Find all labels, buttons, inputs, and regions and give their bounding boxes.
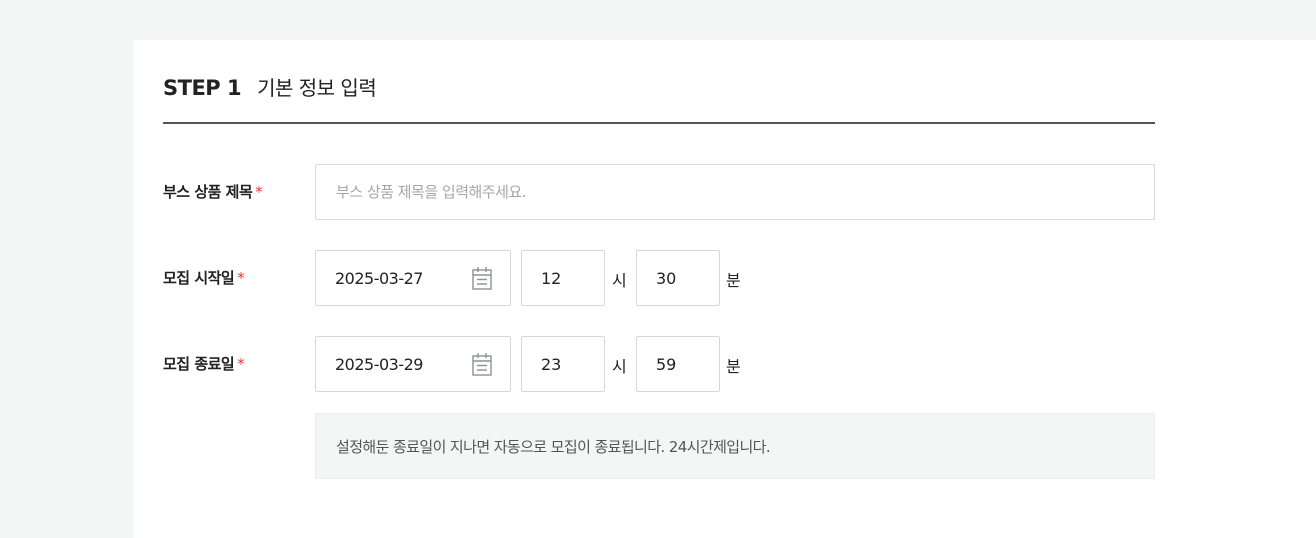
recruit-start-minute-input[interactable]: 30 (636, 250, 720, 306)
step-divider (163, 122, 1155, 124)
recruit-end-hour-input[interactable]: 23 (521, 336, 605, 392)
required-mark: * (237, 355, 245, 373)
notice-box: 설정해둔 종료일이 지나면 자동으로 모집이 종료됩니다. 24시간제입니다. (315, 413, 1155, 479)
recruit-start-date-value: 2025-03-27 (335, 268, 423, 288)
recruit-start-date-field[interactable]: 2025-03-27 (315, 250, 511, 306)
minute-unit-label: 분 (726, 357, 741, 376)
recruit-end-hour-value: 23 (541, 354, 562, 374)
recruit-start-hour-input[interactable]: 12 (521, 250, 605, 306)
recruit-start-minute-value: 30 (656, 268, 677, 288)
hour-unit-label: 시 (612, 271, 627, 290)
required-mark: * (255, 183, 263, 201)
booth-title-label: 부스 상품 제목 * (163, 181, 263, 202)
notice-text: 설정해둔 종료일이 지나면 자동으로 모집이 종료됩니다. 24시간제입니다. (336, 437, 771, 456)
calendar-icon[interactable] (472, 352, 492, 376)
step-header: STEP 1 기본 정보 입력 (163, 72, 377, 101)
booth-title-input[interactable] (315, 164, 1155, 220)
recruit-start-label: 모집 시작일 * (163, 267, 245, 288)
recruit-end-date-field[interactable]: 2025-03-29 (315, 336, 511, 392)
recruit-start-label-text: 모집 시작일 (163, 269, 235, 287)
recruit-end-minute-input[interactable]: 59 (636, 336, 720, 392)
step-number: STEP 1 (163, 76, 242, 100)
hour-unit-label: 시 (612, 357, 627, 376)
step-title: 기본 정보 입력 (257, 76, 377, 100)
form-panel: STEP 1 기본 정보 입력 부스 상품 제목* 모집 시작일* 2025-0… (133, 40, 1316, 538)
recruit-end-label-text: 모집 종료일 (163, 355, 235, 373)
booth-title-label-text: 부스 상품 제목 (163, 183, 253, 201)
minute-unit-label: 분 (726, 271, 741, 290)
calendar-icon[interactable] (472, 266, 492, 290)
recruit-end-minute-value: 59 (656, 354, 677, 374)
recruit-end-label: 모집 종료일 * (163, 353, 245, 374)
required-mark: * (237, 269, 245, 287)
recruit-end-date-value: 2025-03-29 (335, 354, 423, 374)
recruit-start-hour-value: 12 (541, 268, 562, 288)
